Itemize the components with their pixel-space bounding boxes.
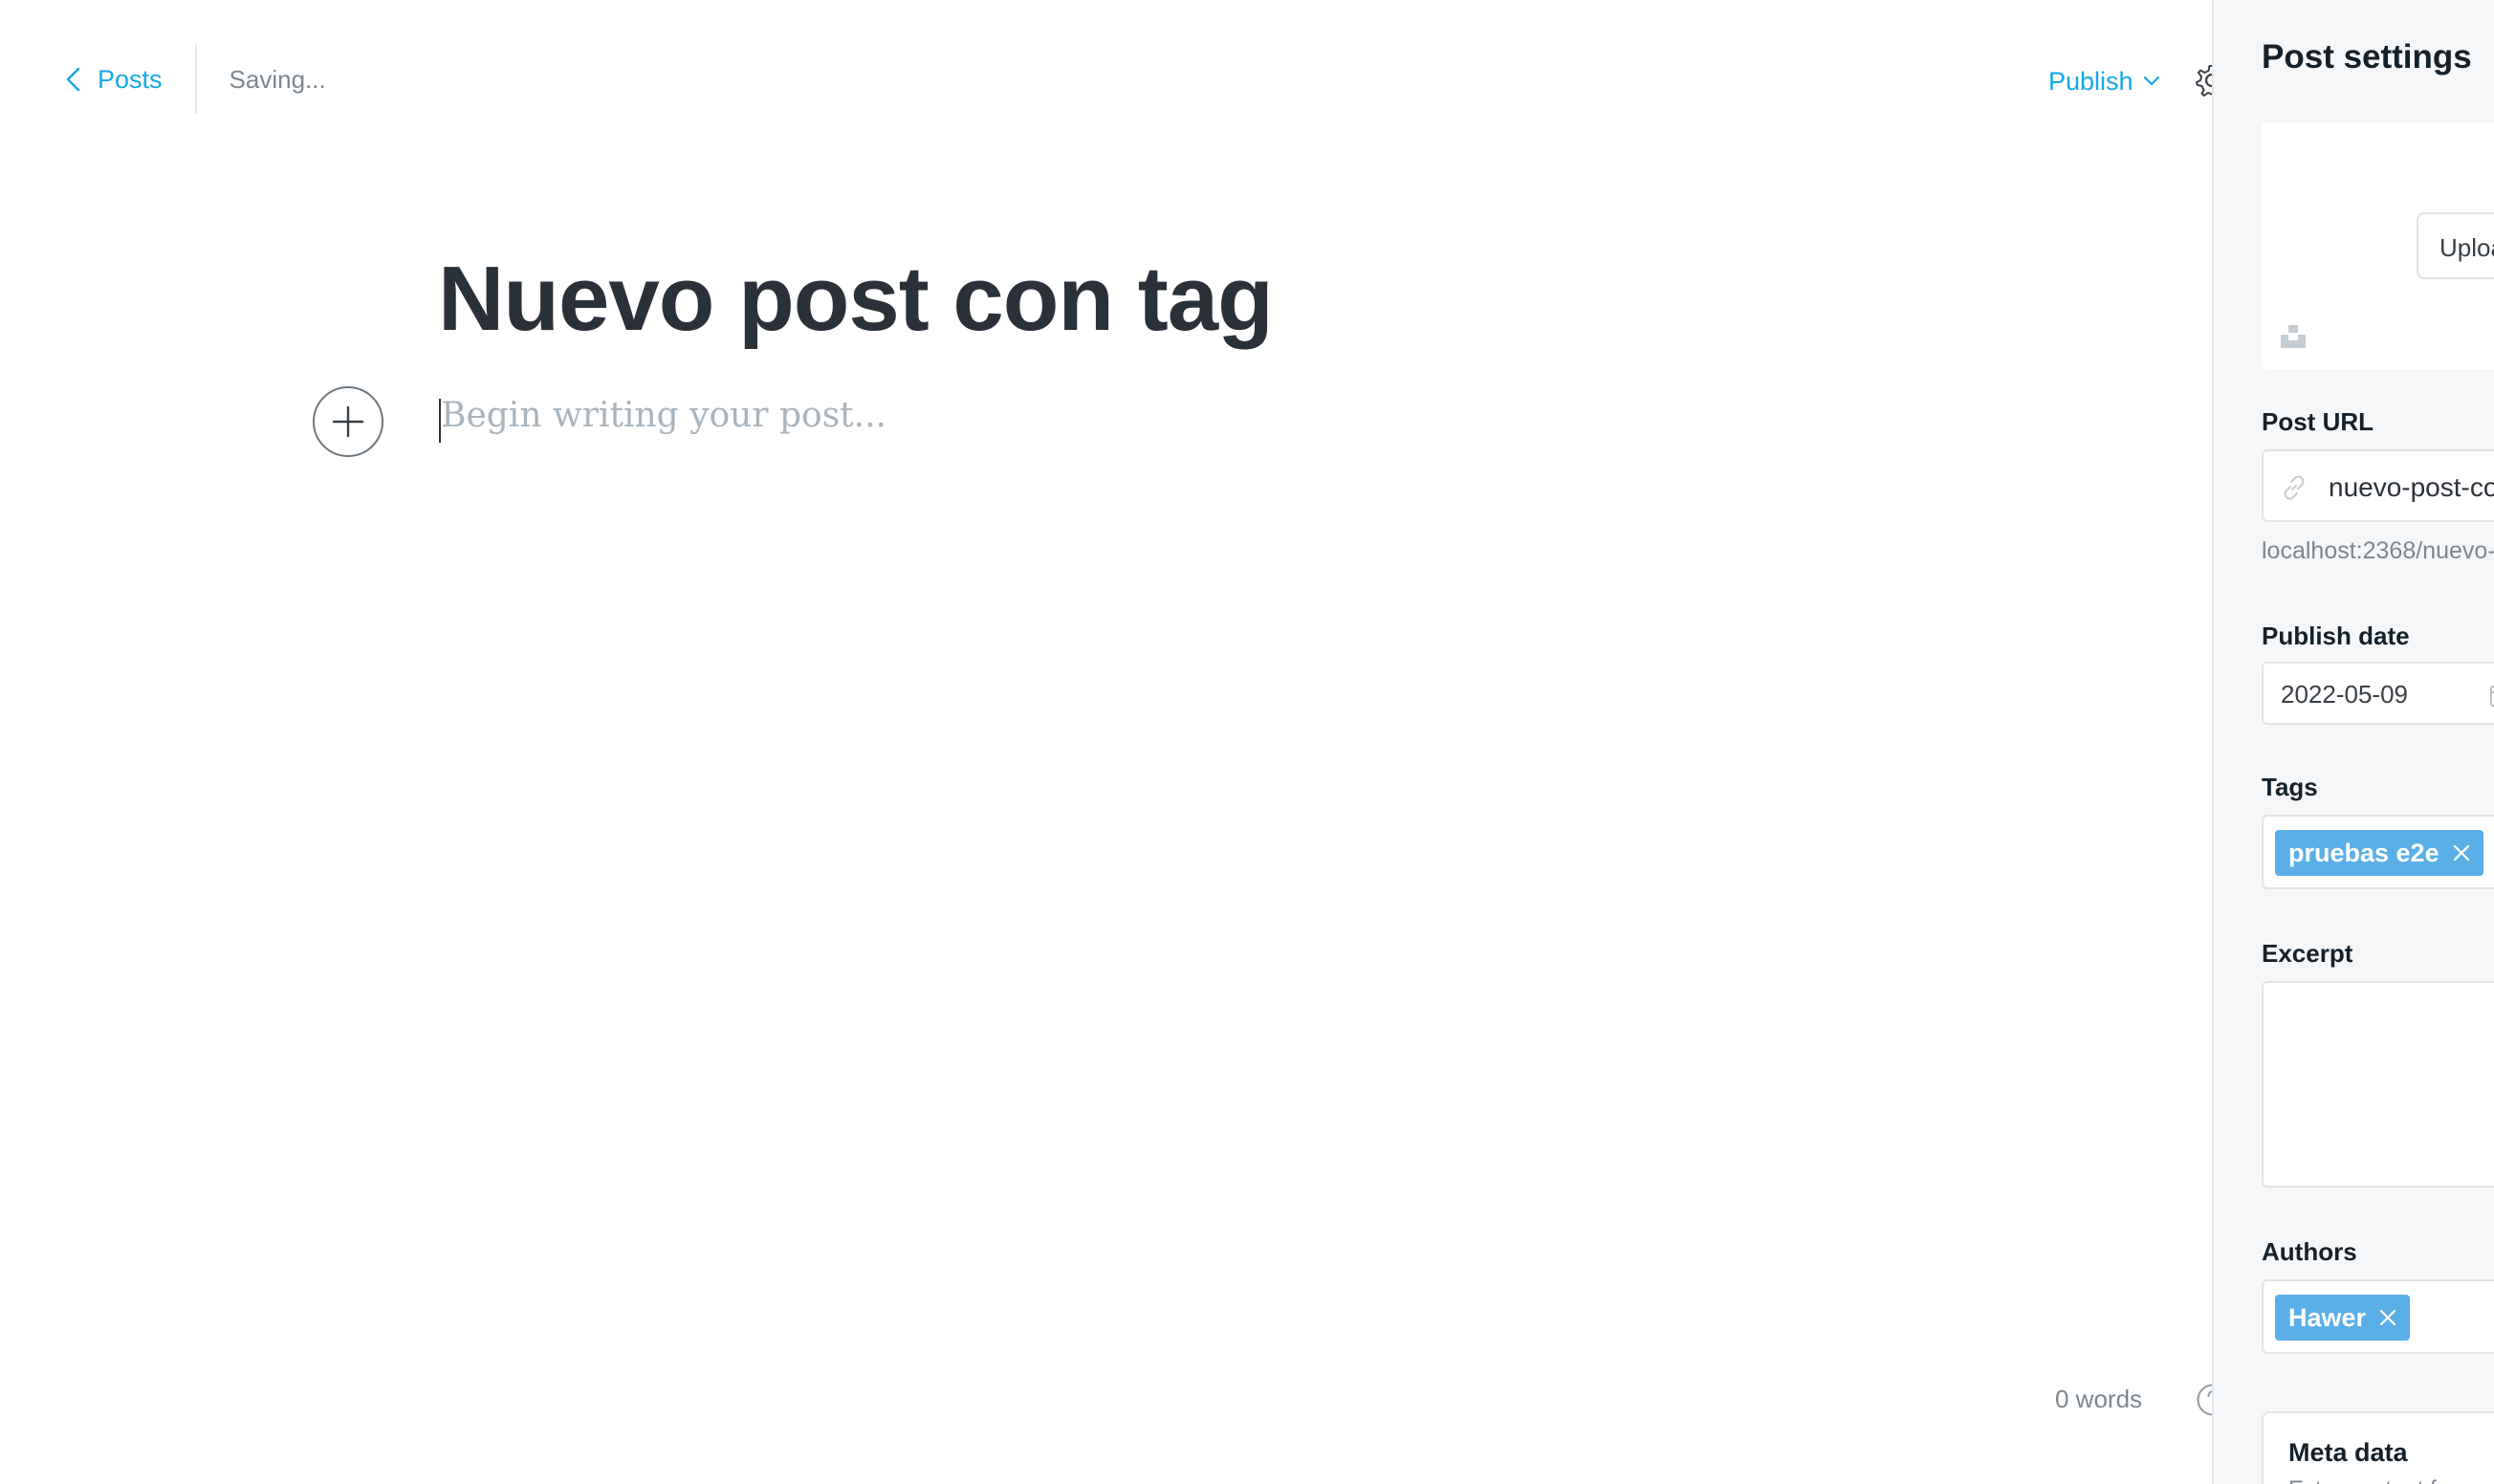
add-card-button[interactable]	[313, 386, 383, 457]
close-icon[interactable]	[2379, 1309, 2396, 1326]
tag-token-label: pruebas e2e	[2288, 838, 2439, 867]
meta-data-card[interactable]: Meta data Extra content for search engin…	[2262, 1411, 2494, 1484]
link-icon	[2284, 475, 2305, 500]
publish-menu-button[interactable]: Publish	[2048, 67, 2160, 97]
post-image-uploader: Upload post image	[2262, 122, 2494, 369]
chevron-down-icon	[2143, 76, 2159, 86]
post-title[interactable]: Nuevo post con tag	[438, 247, 1274, 352]
editor-area: Posts Saving... Publish Nuevo post con t…	[0, 0, 2229, 1484]
post-body-editor[interactable]: Begin writing your post...	[441, 396, 886, 435]
authors-label: Authors	[2262, 1237, 2357, 1266]
meta-data-description: Extra content for search engines	[2288, 1476, 2494, 1484]
topbar-divider	[194, 45, 197, 114]
post-settings-panel: Post settings Upload post image Post URL…	[2212, 0, 2494, 1484]
publish-date-input[interactable]: 2022-05-09	[2262, 662, 2494, 725]
author-token-label: Hawer	[2288, 1302, 2367, 1332]
author-token: Hawer	[2275, 1295, 2411, 1341]
tags-input[interactable]: pruebas e2e	[2262, 815, 2494, 889]
publish-label: Publish	[2048, 66, 2133, 96]
editor-topbar-left: Posts Saving...	[63, 44, 326, 115]
authors-input[interactable]: Hawer	[2262, 1279, 2494, 1354]
word-count: 0 words	[2055, 1385, 2143, 1413]
chevron-left-icon	[66, 67, 80, 92]
back-to-posts-link[interactable]: Posts	[63, 65, 163, 95]
save-status: Saving...	[229, 64, 326, 94]
editor-topbar-right: Publish	[2048, 57, 2160, 105]
excerpt-textarea[interactable]	[2262, 981, 2494, 1188]
post-url-preview: localhost:2368/nuevo-post-con-tag/	[2262, 537, 2494, 564]
upload-image-button[interactable]: Upload post image	[2417, 212, 2494, 279]
publish-date-label: Publish date	[2262, 622, 2410, 650]
tags-label: Tags	[2262, 773, 2318, 801]
unsplash-icon[interactable]	[2279, 323, 2308, 350]
meta-data-title: Meta data	[2288, 1438, 2408, 1467]
post-url-label: Post URL	[2262, 407, 2374, 436]
panel-title: Post settings	[2262, 38, 2472, 76]
publish-date-value: 2022-05-09	[2281, 680, 2408, 709]
excerpt-label: Excerpt	[2262, 939, 2353, 968]
post-url-input[interactable]: nuevo-post-con-tag	[2262, 449, 2494, 522]
post-url-value: nuevo-post-con-tag	[2329, 472, 2494, 502]
calendar-icon[interactable]	[2489, 683, 2494, 708]
close-icon[interactable]	[2453, 844, 2470, 862]
plus-icon	[332, 405, 364, 438]
back-link-label: Posts	[98, 64, 163, 94]
tag-token: pruebas e2e	[2275, 830, 2483, 876]
